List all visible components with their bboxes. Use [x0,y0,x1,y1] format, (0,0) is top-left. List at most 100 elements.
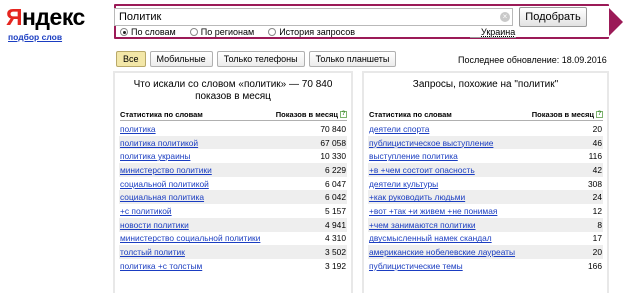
shows-count: 6 042 [325,192,346,203]
keyword-link[interactable]: +вот +так +и живем +не понимая [369,206,497,216]
shows-count: 308 [588,178,602,189]
close-icon[interactable]: × [500,12,510,22]
table-row: социальная политика 6 042 [119,190,347,205]
table-row: +в +чем состоит опасность 42 [368,163,603,177]
shows-count: 42 [592,164,602,175]
logo-first-letter: Я [6,4,23,30]
keyword-link[interactable]: социальная политика [120,192,204,202]
table-row: деятели культуры 308 [368,177,603,191]
right-panel-title: Запросы, похожие на "политик" [412,79,559,90]
keyword-link[interactable]: политика украины [120,151,190,161]
keyword-link[interactable]: политика +с толстым [120,261,202,271]
tab-phones[interactable]: Только телефоны [216,51,305,67]
radio-label: По регионам [200,27,255,37]
shows-count: 3 192 [325,260,346,271]
help-icon[interactable]: ? [340,111,347,118]
shows-count: 12 [592,205,602,216]
shows-count: 4 941 [325,219,346,230]
mode-radio-group: По словам По регионам История запросов [120,27,369,37]
shows-count: 8 [597,219,602,230]
table-row: политика +с толстым 3 192 [119,259,347,273]
keyword-link[interactable]: министерство политики [120,165,212,175]
tab-tablets[interactable]: Только планшеты [308,51,397,67]
radio-label: История запросов [279,27,355,37]
keyword-link[interactable]: +как руководить людьми [369,192,465,202]
last-updated: Последнее обновление: 18.09.2016 [458,55,607,65]
radio-by-regions[interactable]: По регионам [189,27,255,37]
radio-label: По словам [131,27,176,37]
shows-count: 116 [588,151,602,162]
table-row: публицистическое выступление 46 [368,135,603,150]
wordstat-link[interactable]: подбор слов [8,32,62,42]
keyword-link[interactable]: политика [120,124,156,134]
radio-dot [120,28,128,36]
table-row: +чем занимаются политики 8 [368,217,603,232]
shows-count: 70 840 [320,123,346,134]
search-input[interactable] [114,8,513,26]
keyword-link[interactable]: социальной политикой [120,179,209,189]
left-panel-title: Что искали со словом «политик» — 70 840 … [133,79,333,102]
keyword-link[interactable]: деятели культуры [369,179,438,189]
shows-count: 24 [592,192,602,203]
radio-by-words[interactable]: По словам [120,27,176,37]
keyword-link[interactable]: +чем занимаются политики [369,220,476,230]
shows-count: 6 047 [325,178,346,189]
table-row: политика украины 10 330 [119,149,347,163]
keyword-link[interactable]: публицистическое выступление [369,138,493,148]
table-row: +вот +так +и живем +не понимая 12 [368,204,603,218]
keyword-link[interactable]: публицистические темы [369,261,463,271]
shows-count: 166 [588,260,602,271]
shows-count: 20 [592,123,602,134]
shows-count: 6 229 [325,164,346,175]
table-row: социальной политикой 6 047 [119,177,347,191]
keyword-link[interactable]: новости политики [120,220,189,230]
search-button[interactable]: Подобрать [519,7,587,27]
radio-dot [268,28,277,36]
keyword-link[interactable]: деятели спорта [369,124,429,134]
tab-all[interactable]: Все [116,51,146,67]
yandex-logo[interactable]: Яндекс [6,3,85,31]
table-row: политика политикой 67 058 [119,135,347,150]
table-row: новости политики 4 941 [119,217,347,232]
table-row: политика 70 840 [119,122,347,136]
tab-mobile[interactable]: Мобильные [149,51,213,67]
radio-history[interactable]: История запросов [268,27,355,37]
region-link[interactable]: Украина [481,27,515,37]
table-row: американские нобелевские лауреаты 20 [368,245,603,259]
keyword-link[interactable]: американские нобелевские лауреаты [369,247,515,257]
search-panel-arrow [609,8,623,36]
region-underline [470,37,516,38]
table-row: +как руководить людьми 24 [368,190,603,205]
shows-count: 5 157 [325,205,346,216]
logo-rest: ндекс [22,4,85,30]
divider [369,120,603,121]
right-results-list: деятели спорта 20 публицистическое выступл… [368,122,603,273]
left-col-shows: Показов в месяц? [276,110,347,119]
shows-count: 17 [592,233,602,244]
keyword-link[interactable]: толстый политик [120,247,185,257]
table-row: выступление политика 116 [368,149,603,163]
divider [120,120,347,121]
shows-count: 20 [592,247,602,258]
right-results-panel: Запросы, похожие на "политик" Статистика… [362,71,609,293]
shows-count: 46 [592,137,602,148]
keyword-link[interactable]: +с политикой [120,206,172,216]
keyword-link[interactable]: политика политикой [120,138,198,148]
table-row: министерство социальной политики 4 310 [119,232,347,246]
right-col-words: Статистика по словам [369,110,452,119]
table-row: министерство политики 6 229 [119,163,347,177]
keyword-link[interactable]: +в +чем состоит опасность [369,165,475,175]
table-row: публицистические темы 166 [368,259,603,273]
left-results-list: политика 70 840 политика политикой 67 058 по… [119,122,347,273]
shows-count: 10 330 [320,151,346,162]
right-col-shows-label: Показов в месяц [531,110,594,119]
shows-count: 4 310 [325,233,346,244]
keyword-link[interactable]: выступление политика [369,151,458,161]
keyword-link[interactable]: министерство социальной политики [120,233,260,243]
right-col-shows: Показов в месяц? [532,110,603,119]
table-row: деятели спорта 20 [368,122,603,136]
shows-count: 67 058 [320,137,346,148]
table-row: +с политикой 5 157 [119,204,347,218]
help-icon[interactable]: ? [596,111,603,118]
keyword-link[interactable]: двусмысленный намек скандал [369,233,492,243]
